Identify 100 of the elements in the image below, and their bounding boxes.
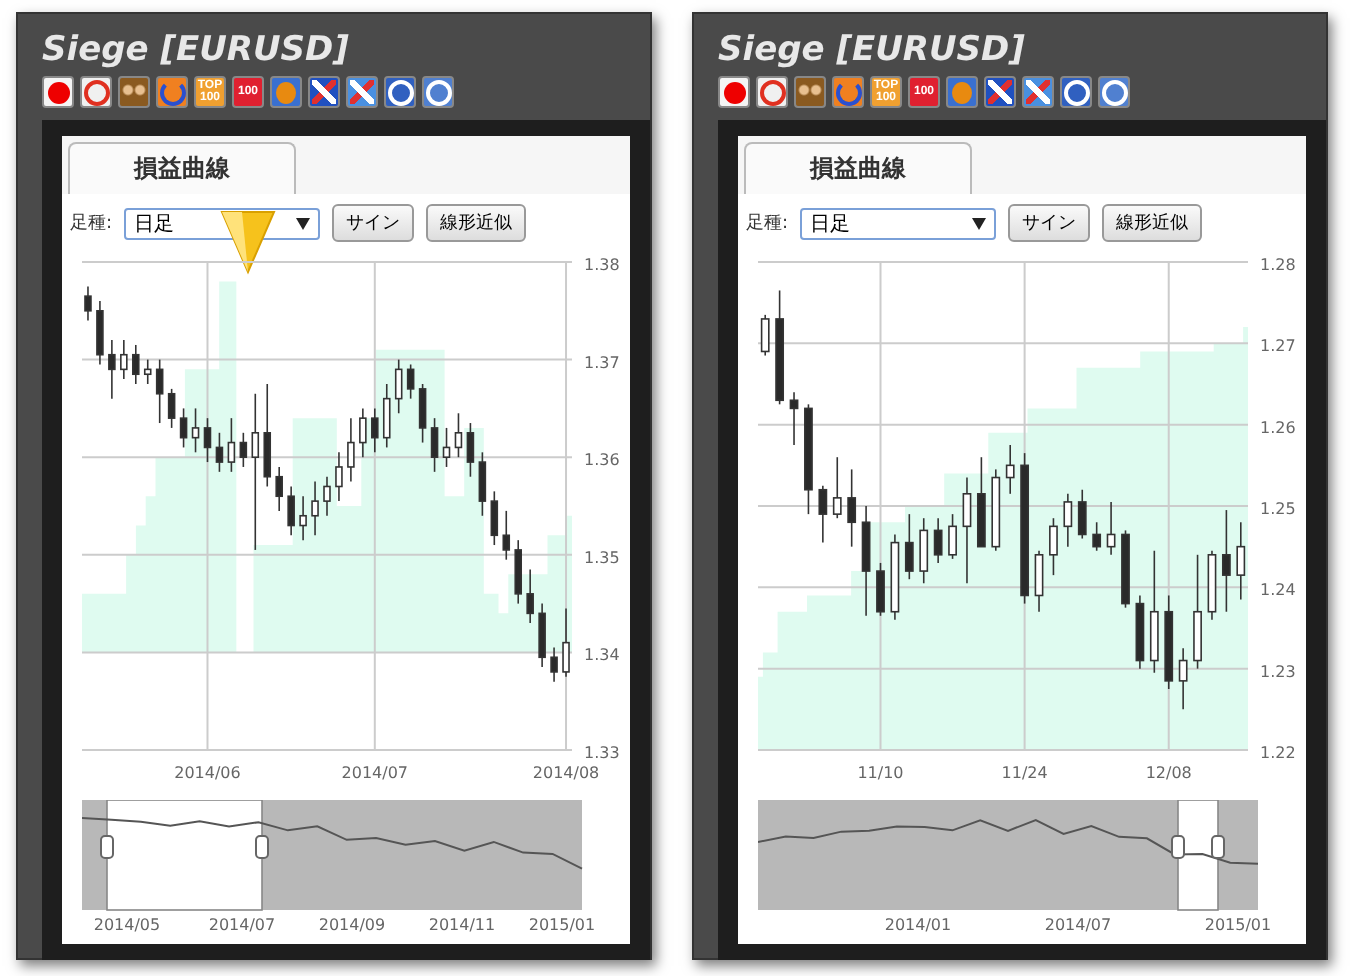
navigator-window[interactable] [106,800,263,911]
app-icon[interactable] [1022,76,1054,108]
candle [818,484,828,544]
candle [203,417,212,463]
chart-tab[interactable]: 損益曲線 [744,142,972,194]
x-axis-label: 2014/08 [532,764,600,782]
candle [804,403,813,515]
candle [442,427,451,468]
navigator-label: 2015/01 [528,916,596,934]
candle [890,533,900,621]
candle [562,607,570,678]
timeframe-select[interactable]: 日足 [800,207,997,239]
navigator-label: 2014/11 [428,916,496,934]
candle [335,451,343,502]
y-axis-label: 1.26 [1260,418,1296,437]
y-axis-label: 1.35 [584,548,620,567]
chart-button[interactable]: サイン [332,204,415,242]
app-icon[interactable] [422,76,454,108]
y-axis-label: 1.38 [584,256,620,274]
candle [466,422,475,478]
app-icon[interactable] [794,76,826,108]
candle [904,513,914,580]
chart-button[interactable]: 線形近似 [426,204,527,242]
candle [847,468,857,548]
x-axis-label: 2014/06 [174,764,241,782]
candle [418,383,427,444]
timeframe-label: 足種: [70,211,113,236]
app-icon[interactable] [718,76,750,108]
candle [84,285,92,322]
candle [371,407,379,454]
app-icon[interactable] [1060,76,1092,108]
y-axis-label: 1.37 [584,353,620,372]
app-icon[interactable] [756,76,788,108]
candle [550,646,558,683]
candle [239,432,248,468]
timeframe-label: 足種: [746,211,789,236]
y-axis-label: 1.28 [1260,256,1296,274]
candle [454,412,463,458]
x-axis-label: 2014/07 [341,764,409,782]
candle [263,383,272,488]
app-icon[interactable] [346,76,378,108]
candle [1178,647,1188,711]
candle [311,480,319,537]
candle [1005,444,1015,495]
navigator-label: 2014/01 [884,916,952,934]
app-icon[interactable] [308,76,340,108]
candle [1164,594,1174,690]
candle [1092,521,1102,552]
navigator-window[interactable] [1177,800,1219,911]
app-icon[interactable] [1098,76,1130,108]
candle [1135,594,1145,670]
candle [382,383,391,449]
app-icon[interactable] [118,76,150,108]
candle [120,339,128,380]
y-axis-label: 1.36 [584,451,620,470]
candle [1034,549,1044,613]
chart-tab[interactable]: 損益曲線 [68,142,296,194]
range-handle[interactable] [255,835,269,859]
candle [227,417,236,473]
y-axis-label: 1.24 [1260,581,1296,600]
candle [406,363,415,400]
chart-button[interactable]: サイン [1008,204,1091,242]
y-axis-label: 1.23 [1260,662,1296,681]
app-icon[interactable] [984,76,1016,108]
y-axis-label: 1.22 [1260,744,1296,762]
candle [359,407,367,458]
candle [96,300,104,366]
candle [323,475,331,517]
window-title: Siege [EURUSD] [716,30,1027,70]
candle [167,388,176,429]
candle [1063,493,1073,548]
candle [514,539,522,605]
caret-icon [296,217,311,229]
app-icon[interactable] [384,76,416,108]
chart-button[interactable]: 線形近似 [1102,204,1203,242]
range-handle[interactable] [1211,835,1225,859]
range-handle[interactable] [100,835,114,859]
candle [1121,529,1130,609]
navigator-label: 2015/01 [1204,916,1272,934]
candle [394,358,403,415]
candle [832,456,842,519]
range-handle[interactable] [1171,835,1185,859]
candle [1193,554,1202,670]
app-icon[interactable] [80,76,112,108]
candle [155,358,164,424]
y-axis-label: 1.34 [584,646,620,665]
candle [275,466,283,512]
caret-icon [972,217,987,229]
candle [1106,501,1116,556]
x-axis-label: 11/24 [1001,764,1048,782]
y-axis-label: 1.25 [1260,500,1296,518]
app-icon[interactable] [42,76,74,108]
candle [760,314,770,357]
candle [1049,517,1058,576]
window-title: Siege [EURUSD] [40,30,351,70]
x-axis-label: 11/10 [857,764,904,782]
candle [1236,521,1246,601]
candle [933,517,943,564]
candle [526,568,534,624]
candle [287,485,295,537]
